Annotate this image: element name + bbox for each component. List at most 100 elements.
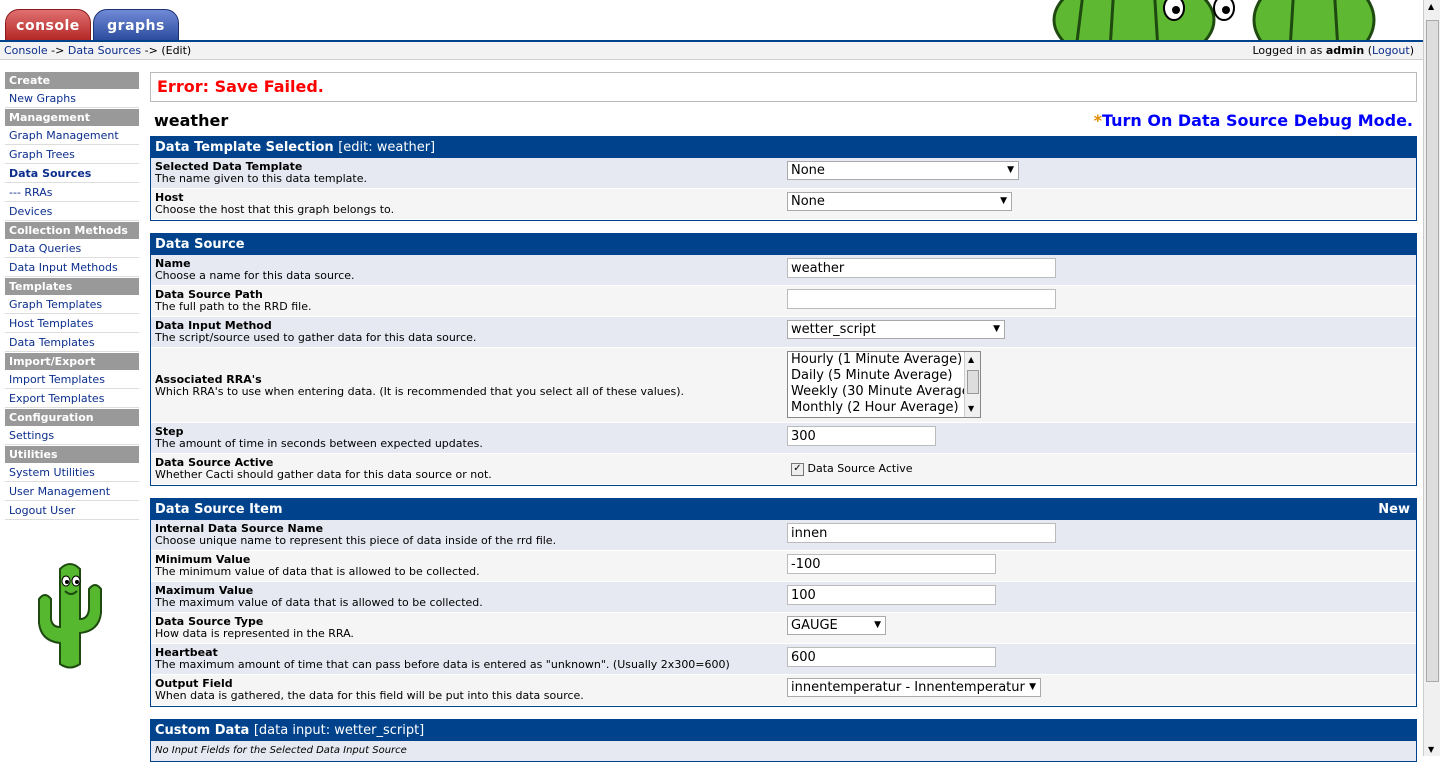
sidebar-section-header: Import/Export — [5, 353, 139, 370]
max-value-input[interactable]: 100 — [787, 585, 996, 605]
sidebar-item-link[interactable]: Data Input Methods — [9, 261, 118, 274]
field-description: When data is gathered, the data for this… — [155, 689, 584, 702]
sidebar-item[interactable]: Data Templates — [5, 334, 139, 352]
sidebar-item-link[interactable]: Host Templates — [9, 317, 93, 330]
sidebar-item[interactable]: Graph Management — [5, 127, 139, 145]
input-method-row: Data Input Method The script/source used … — [151, 317, 1416, 348]
sidebar-menu: Create New Graphs Management Graph Manageme… — [5, 72, 139, 520]
type-select[interactable]: GAUGE ▼ — [787, 616, 886, 635]
sidebar-item[interactable]: Graph Templates — [5, 296, 139, 314]
sidebar-item[interactable]: --- RRAs — [5, 184, 139, 202]
sidebar-item-link[interactable]: Export Templates — [9, 392, 104, 405]
error-message: Error: Save Failed. — [150, 72, 1417, 102]
chevron-down-icon[interactable]: ▼ — [1428, 745, 1434, 754]
path-input[interactable] — [787, 289, 1056, 309]
panel-header: Data Source — [151, 234, 1416, 255]
sidebar-item-link[interactable]: Graph Templates — [9, 298, 102, 311]
rras-listbox[interactable]: Hourly (1 Minute Average) Daily (5 Minut… — [787, 351, 981, 418]
sidebar-item[interactable]: New Graphs — [5, 90, 139, 108]
debug-mode-link[interactable]: *Turn On Data Source Debug Mode. — [1094, 111, 1413, 130]
sidebar-item[interactable]: Export Templates — [5, 390, 139, 408]
sidebar-item[interactable]: Settings — [5, 427, 139, 445]
list-item[interactable]: Weekly (30 Minute Average) — [791, 384, 980, 400]
logout-link[interactable]: Logout — [1372, 44, 1410, 57]
chevron-up-icon[interactable]: ▲ — [968, 352, 974, 368]
sidebar-item[interactable]: Import Templates — [5, 371, 139, 389]
chevron-down-icon[interactable]: ▼ — [968, 401, 974, 417]
data-template-panel: Data Template Selection [edit: weather] … — [150, 136, 1417, 221]
page-scrollbar[interactable]: ▲ ▼ — [1423, 0, 1440, 756]
name-input[interactable]: weather — [787, 258, 1056, 278]
sidebar-item-link[interactable]: Data Queries — [9, 242, 81, 255]
sidebar-item[interactable]: Host Templates — [5, 315, 139, 333]
host-row: Host Choose the host that this graph belo… — [151, 189, 1416, 220]
step-input[interactable]: 300 — [787, 426, 936, 446]
tab-console[interactable]: console — [5, 9, 91, 40]
sidebar-item[interactable]: Data Queries — [5, 240, 139, 258]
login-user: admin — [1325, 44, 1365, 57]
rras-row: Associated RRA's Which RRA's to use when … — [151, 348, 1416, 423]
sidebar-item-link[interactable]: System Utilities — [9, 466, 95, 479]
min-value-row: Minimum Value The minimum value of data t… — [151, 551, 1416, 582]
field-description: The maximum amount of time that can pass… — [155, 658, 730, 671]
output-field-row: Output Field When data is gathered, the d… — [151, 675, 1416, 706]
no-input-fields-note: No Input Fields for the Selected Data In… — [151, 741, 1416, 761]
listbox-scrollbar[interactable]: ▲ ▼ — [964, 352, 980, 417]
panel-header: Data Template Selection [edit: weather] — [151, 137, 1416, 158]
breadcrumb-data-sources-link[interactable]: Data Sources — [68, 44, 141, 57]
sidebar-item-link[interactable]: Graph Trees — [9, 148, 75, 161]
sidebar-item[interactable]: Logout User — [5, 502, 139, 520]
host-select[interactable]: None ▼ — [787, 192, 1012, 211]
sidebar-item[interactable]: Devices — [5, 203, 139, 221]
max-value-row: Maximum Value The maximum value of data t… — [151, 582, 1416, 613]
field-label: Internal Data Source Name Choose unique n… — [155, 523, 556, 547]
output-field-select[interactable]: innentemperatur - Innentemperatur ▼ — [787, 678, 1041, 697]
breadcrumb-bar: Console -> Data Sources -> (Edit) Logged… — [0, 42, 1424, 60]
field-label: Selected Data Template The name given to … — [155, 161, 367, 185]
input-method-select[interactable]: wetter_script ▼ — [787, 320, 1005, 339]
sidebar-item-link[interactable]: Data Templates — [9, 336, 95, 349]
heartbeat-input[interactable]: 600 — [787, 647, 996, 667]
list-item[interactable]: Hourly (1 Minute Average) — [791, 352, 980, 368]
select-value: None — [791, 194, 825, 209]
sidebar-item[interactable]: System Utilities — [5, 464, 139, 482]
panel-subtitle: [data input: wetter_script] — [253, 723, 425, 738]
sidebar-item-link[interactable]: Logout User — [9, 504, 75, 517]
sidebar-item[interactable]: User Management — [5, 483, 139, 501]
list-item[interactable]: Monthly (2 Hour Average) — [791, 400, 980, 416]
sidebar-section-header: Management — [5, 109, 139, 126]
field-label: Host Choose the host that this graph belo… — [155, 192, 394, 216]
sidebar-item[interactable]: Graph Trees — [5, 146, 139, 164]
breadcrumb-console-link[interactable]: Console — [4, 44, 48, 57]
field-label: Associated RRA's Which RRA's to use when … — [155, 374, 684, 398]
field-label: Data Source Active Whether Cacti should g… — [155, 457, 492, 481]
chevron-up-icon[interactable]: ▲ — [1428, 2, 1434, 11]
scroll-thumb[interactable] — [967, 370, 979, 394]
step-row: Step The amount of time in seconds betwee… — [151, 423, 1416, 454]
sidebar-item-link[interactable]: User Management — [9, 485, 110, 498]
sidebar-item-link[interactable]: New Graphs — [9, 92, 76, 105]
scroll-thumb[interactable] — [1426, 20, 1439, 682]
sidebar-item[interactable]: Data Sources — [5, 165, 139, 183]
sidebar-item[interactable]: Data Input Methods — [5, 259, 139, 277]
select-value: wetter_script — [791, 322, 876, 337]
field-label: Output Field When data is gathered, the d… — [155, 678, 584, 702]
field-label: Data Source Path The full path to the RRD… — [155, 289, 312, 313]
active-checkbox[interactable]: ✓ — [791, 462, 804, 476]
sidebar-item-link[interactable]: Graph Management — [9, 129, 119, 142]
login-paren-open: ( — [1364, 44, 1373, 57]
tab-graphs[interactable]: graphs — [93, 9, 179, 40]
sidebar-item-link[interactable]: --- RRAs — [9, 186, 53, 199]
field-description: The name given to this data template. — [155, 172, 367, 185]
sidebar-item-link[interactable]: Data Sources — [9, 167, 91, 180]
min-value-input[interactable]: -100 — [787, 554, 996, 574]
data-source-panel: Data Source Name Choose a name for this d… — [150, 233, 1417, 486]
list-item[interactable]: Daily (5 Minute Average) — [791, 368, 980, 384]
sidebar-item-link[interactable]: Import Templates — [9, 373, 105, 386]
field-label: Data Source Type How data is represented … — [155, 616, 354, 640]
sidebar-item-link[interactable]: Settings — [9, 429, 54, 442]
internal-name-input[interactable]: innen — [787, 523, 1056, 543]
field-description: How data is represented in the RRA. — [155, 627, 354, 640]
sidebar-item-link[interactable]: Devices — [9, 205, 52, 218]
selected-template-select[interactable]: None ▼ — [787, 161, 1019, 180]
